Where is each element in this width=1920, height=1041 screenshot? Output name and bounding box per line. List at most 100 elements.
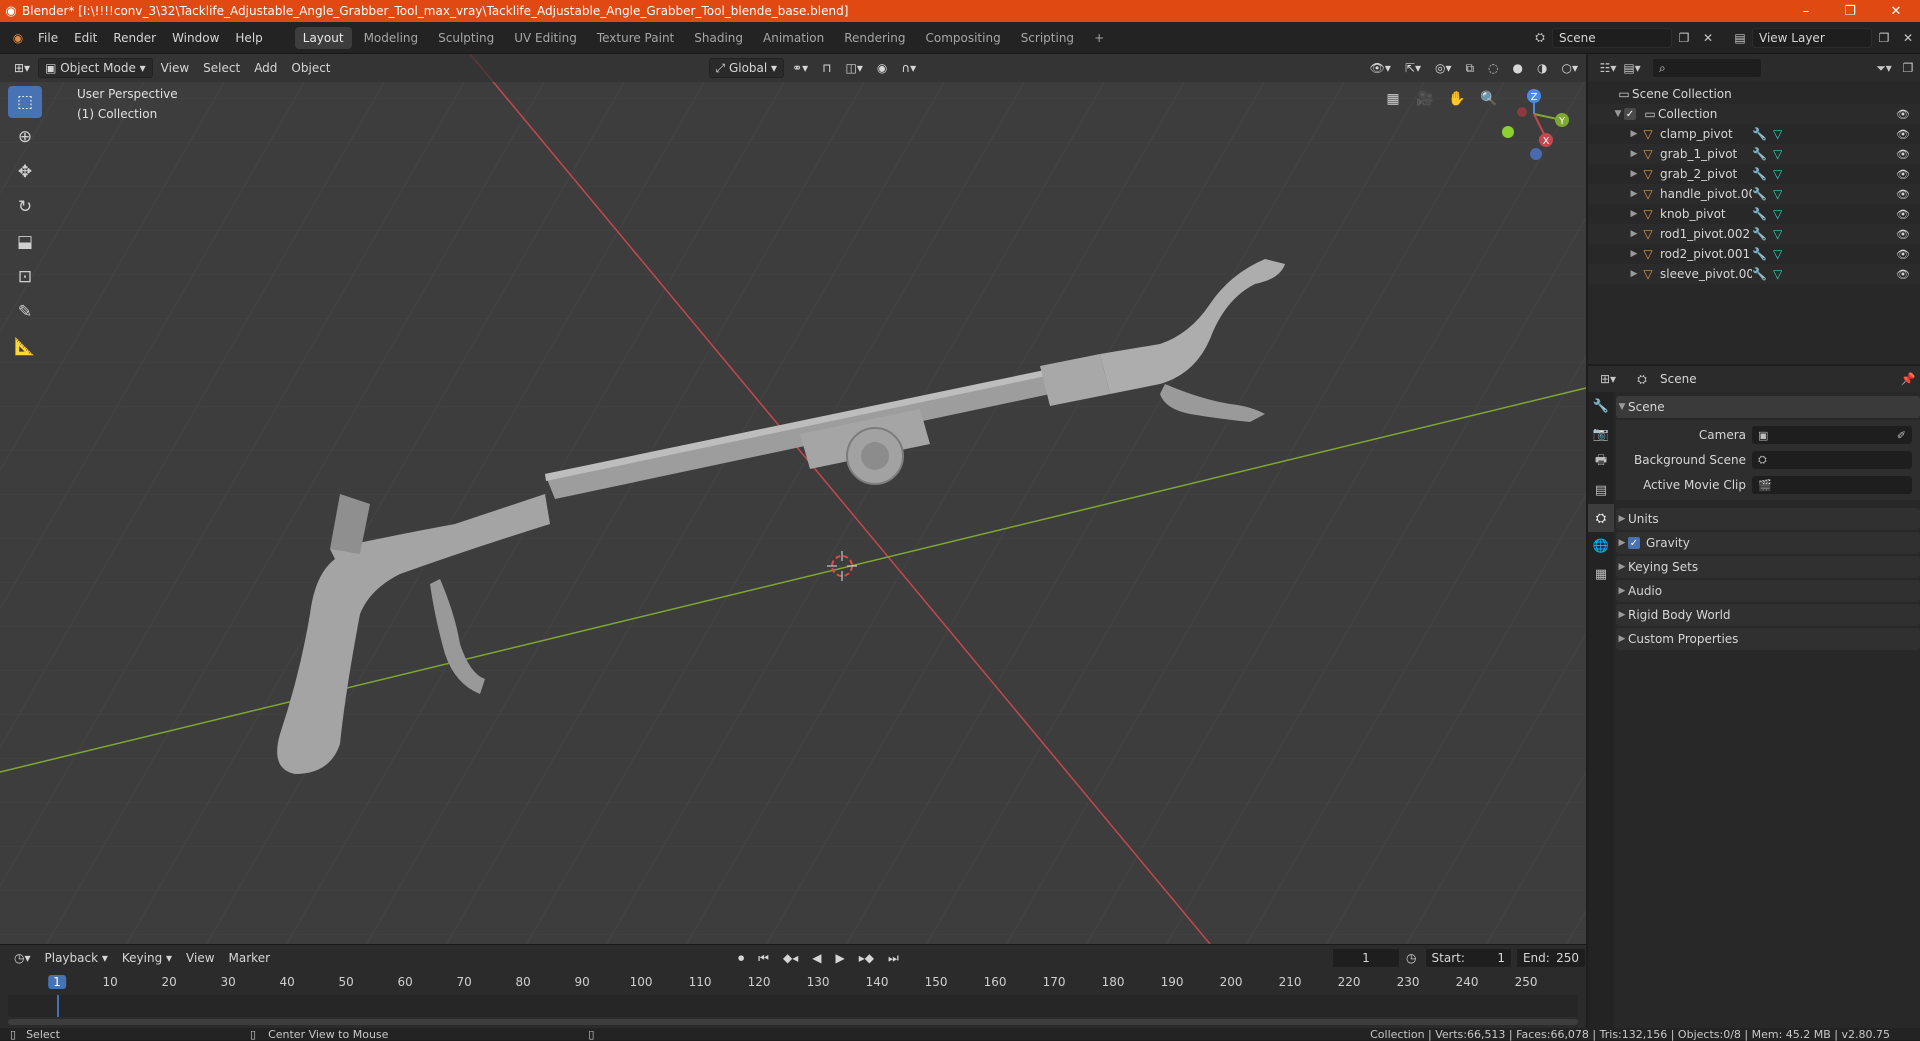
visibility-eye-icon[interactable]: 👁 (1896, 148, 1910, 161)
delete-view-layer-icon[interactable]: ✕ (1896, 28, 1920, 48)
current-frame-indicator[interactable]: 1 (48, 975, 66, 989)
snap-icon[interactable]: ⊓ (816, 58, 837, 78)
modifier-wrench-icon[interactable]: 🔧 (1752, 227, 1767, 241)
mesh-data-icon[interactable]: ▽ (1773, 267, 1782, 281)
gravity-checkbox[interactable]: ✓ (1628, 537, 1640, 549)
expand-triangle-icon[interactable]: ▶ (1628, 149, 1640, 159)
modifier-wrench-icon[interactable]: 🔧 (1752, 167, 1767, 181)
outliner-object-row[interactable]: ▶ ▽ grab_1_pivot 🔧 ▽ 👁 (1588, 144, 1920, 164)
outliner-object-row[interactable]: ▶ ▽ sleeve_pivot.001 🔧 ▽ 👁 (1588, 264, 1920, 284)
menu-window[interactable]: Window (164, 31, 227, 45)
jump-keyframe-forward-icon[interactable]: ▸◆ (853, 948, 880, 968)
expand-triangle-icon[interactable]: ▶ (1628, 209, 1640, 219)
new-view-layer-icon[interactable]: ❐ (1872, 28, 1896, 48)
start-frame-field[interactable]: Start: 1 (1424, 948, 1512, 968)
annotate-icon[interactable]: ✎ (8, 296, 42, 328)
texture-tab-icon[interactable]: ▦ (1588, 560, 1614, 588)
active-movie-clip-field[interactable]: 🎬 (1752, 476, 1912, 494)
scale-icon[interactable]: ⬓ (8, 226, 42, 258)
tab-compositing[interactable]: Compositing (917, 27, 1008, 49)
jump-start-icon[interactable]: ⏮ (752, 948, 775, 968)
units-panel[interactable]: ▶ Units (1616, 508, 1920, 530)
outliner-object-row[interactable]: ▶ ▽ rod2_pivot.001 🔧 ▽ 👁 (1588, 244, 1920, 264)
visibility-icon[interactable]: 👁▾ (1364, 58, 1397, 78)
frame-ruler[interactable]: 1 10 20 30 40 50 60 70 80 90 100 110 120 130 140 150 160… (8, 973, 1578, 993)
proportional-edit-icon[interactable]: ◉ (871, 58, 893, 78)
visibility-eye-icon[interactable]: 👁 (1896, 268, 1910, 281)
pivot-point-icon[interactable]: ⚭▾ (786, 58, 814, 78)
add-workspace-button[interactable]: + (1086, 27, 1112, 49)
falloff-icon[interactable]: ∩▾ (895, 58, 922, 78)
menu-render[interactable]: Render (105, 31, 164, 45)
scene-selector-icon[interactable]: ⛭ (1528, 28, 1552, 48)
3d-viewport[interactable]: Z Y X ⊞▾ ▣ Object Mode ▾ View Select Add… (0, 54, 1586, 944)
scene-panel-header[interactable]: ▼ Scene (1616, 396, 1920, 418)
material-shading-icon[interactable]: ◑ (1531, 58, 1553, 78)
menu-edit[interactable]: Edit (66, 31, 105, 45)
mesh-data-icon[interactable]: ▽ (1773, 147, 1782, 161)
keying-sets-panel[interactable]: ▶ Keying Sets (1616, 556, 1920, 578)
output-tab-icon[interactable]: 🖶 (1588, 448, 1614, 476)
mesh-data-icon[interactable]: ▽ (1773, 127, 1782, 141)
new-scene-icon[interactable]: ❐ (1672, 28, 1696, 48)
jump-keyframe-back-icon[interactable]: ◆◂ (777, 948, 804, 968)
visibility-eye-icon[interactable]: 👁 (1896, 188, 1910, 201)
xray-toggle-icon[interactable]: ⧉ (1459, 58, 1480, 78)
exclude-checkbox[interactable]: ✓ (1624, 108, 1636, 120)
tab-texture-paint[interactable]: Texture Paint (589, 27, 682, 49)
tab-uv-editing[interactable]: UV Editing (506, 27, 585, 49)
scene-name-field[interactable]: Scene (1552, 27, 1672, 48)
play-reverse-icon[interactable]: ◀ (806, 948, 827, 968)
measure-icon[interactable]: 📐 (8, 331, 42, 363)
audio-panel[interactable]: ▶ Audio (1616, 580, 1920, 602)
timeline-scrollbar[interactable] (8, 1019, 1578, 1025)
tab-scripting[interactable]: Scripting (1013, 27, 1082, 49)
maximize-button[interactable]: ❐ (1828, 0, 1872, 22)
keyframe-track[interactable] (8, 995, 1578, 1017)
menu-help[interactable]: Help (227, 31, 270, 45)
modifier-wrench-icon[interactable]: 🔧 (1752, 127, 1767, 141)
render-tab-icon[interactable]: 📷 (1588, 420, 1614, 448)
eyedropper-icon[interactable]: ✐ (1897, 429, 1906, 442)
overlay-toggle-icon[interactable]: ◎▾ (1429, 58, 1458, 78)
filter-icon[interactable]: ⏷▾ (1872, 58, 1896, 78)
tab-sculpting[interactable]: Sculpting (430, 27, 502, 49)
scene-tab-icon[interactable]: ⛭ (1588, 504, 1614, 532)
menu-view[interactable]: View (155, 58, 195, 78)
visibility-eye-icon[interactable]: 👁 (1896, 168, 1910, 181)
menu-keying[interactable]: Keying ▾ (116, 948, 178, 968)
cursor-icon[interactable]: ⊕ (8, 121, 42, 153)
outliner-object-row[interactable]: ▶ ▽ clamp_pivot 🔧 ▽ 👁 (1588, 124, 1920, 144)
rigid-body-world-panel[interactable]: ▶ Rigid Body World (1616, 604, 1920, 626)
visibility-eye-icon[interactable]: 👁 (1896, 208, 1910, 221)
pan-hand-icon[interactable]: ✋ (1444, 86, 1470, 112)
collection-row[interactable]: ▼ ✓ ▭ Collection 👁 (1588, 104, 1920, 124)
gizmo-toggle-icon[interactable]: ⇱▾ (1399, 58, 1427, 78)
tab-rendering[interactable]: Rendering (836, 27, 913, 49)
background-scene-field[interactable]: ⛭ (1752, 451, 1912, 469)
current-frame-field[interactable]: 1 (1331, 948, 1401, 968)
modifier-wrench-icon[interactable]: 🔧 (1752, 207, 1767, 221)
tab-animation[interactable]: Animation (755, 27, 832, 49)
menu-marker[interactable]: Marker (223, 948, 276, 968)
expand-triangle-icon[interactable]: ▶ (1628, 229, 1640, 239)
menu-object[interactable]: Object (285, 58, 336, 78)
expand-triangle-icon[interactable]: ▼ (1612, 109, 1624, 119)
view-layer-tab-icon[interactable]: ▤ (1588, 476, 1614, 504)
visibility-eye-icon[interactable]: 👁 (1896, 128, 1910, 141)
record-icon[interactable]: ⏺ (732, 948, 750, 968)
transform-icon[interactable]: ⊡ (8, 261, 42, 293)
camera-view-icon[interactable]: 🎥 (1412, 86, 1438, 112)
delete-scene-icon[interactable]: ✕ (1696, 28, 1720, 48)
blender-menu-icon[interactable]: ◉ (6, 28, 30, 48)
transform-orientation-dropdown[interactable]: ⤢ Global ▾ (708, 58, 785, 78)
expand-triangle-icon[interactable]: ▶ (1628, 269, 1640, 279)
outliner-object-row[interactable]: ▶ ▽ knob_pivot 🔧 ▽ 👁 (1588, 204, 1920, 224)
visibility-eye-icon[interactable]: 👁 (1896, 228, 1910, 241)
visibility-eye-icon[interactable]: 👁 (1896, 108, 1910, 121)
outliner-editor-type-icon[interactable]: ☷▾ (1596, 58, 1620, 78)
new-collection-icon[interactable]: ❐ (1896, 58, 1920, 78)
tool-tab-icon[interactable]: 🔧 (1588, 392, 1614, 420)
move-icon[interactable]: ✥ (8, 156, 42, 188)
expand-triangle-icon[interactable]: ▶ (1628, 169, 1640, 179)
